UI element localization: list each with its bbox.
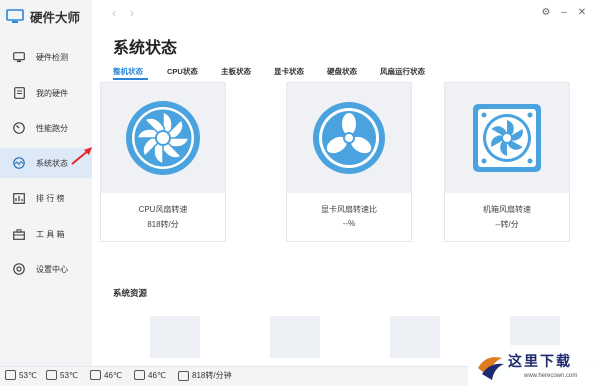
forward-button[interactable]: ›: [130, 6, 134, 20]
settings-button[interactable]: ⚙: [540, 6, 552, 20]
app-title: 硬件大师: [30, 10, 81, 25]
wave-icon: [12, 156, 26, 170]
fan-speed-icon: [178, 370, 189, 381]
title-bar: ‹ › ⚙ – ✕: [92, 0, 600, 28]
status-value: 53℃: [19, 370, 37, 380]
system-resources-title: 系统资源: [113, 288, 148, 298]
app-logo: 硬件大师: [6, 6, 80, 26]
cpu-temp-icon: [5, 370, 16, 380]
watermark: 这里下载 www.herecown.com: [468, 345, 600, 386]
card-image: [287, 83, 411, 193]
resource-tile: [390, 316, 440, 358]
board-temp-icon: [46, 370, 57, 380]
toolbox-icon: [12, 227, 26, 241]
page-title: 系统状态: [113, 40, 178, 57]
sidebar-item-hardware-check[interactable]: 硬件检测: [0, 42, 92, 72]
cpu-fan-icon: [126, 101, 200, 175]
tab-fan[interactable]: 风扇运行状态: [380, 66, 425, 77]
watermark-url: www.herecown.com: [524, 373, 578, 379]
document-icon: [12, 86, 26, 100]
status-value: 46℃: [148, 370, 166, 380]
sidebar-item-ranking[interactable]: 排 行 榜: [0, 183, 92, 213]
card-image: [445, 83, 569, 193]
case-fan-card: 机箱风扇转速 --转/分: [444, 82, 570, 242]
sidebar-item-label: 系统状态: [36, 158, 68, 168]
sidebar-item-my-hardware[interactable]: 我的硬件: [0, 78, 92, 108]
sidebar-item-label: 排 行 榜: [36, 193, 65, 203]
monitor-icon: [12, 50, 26, 64]
minimize-button[interactable]: –: [558, 6, 570, 20]
card-label: 显卡风扇转速比: [321, 205, 377, 214]
status-value: 53℃: [60, 370, 78, 380]
card-value: --%: [342, 219, 356, 228]
gpu-fan-icon: [313, 102, 385, 174]
status-value: 46℃: [104, 370, 122, 380]
sidebar-item-benchmark[interactable]: 性能跑分: [0, 113, 92, 143]
active-tab-indicator: [113, 78, 148, 80]
status-board-temp: 53℃: [46, 370, 78, 380]
logo-icon: [6, 8, 24, 23]
tab-motherboard[interactable]: 主板状态: [221, 66, 251, 77]
card-label: 机箱风扇转速: [483, 205, 531, 214]
gpu-temp-icon: [90, 370, 101, 380]
watermark-text: 这里下载: [508, 353, 572, 369]
card-label: CPU风扇转速: [138, 205, 188, 214]
status-cpu-temp: 53℃: [5, 370, 37, 380]
tab-cpu[interactable]: CPU状态: [167, 66, 198, 77]
cpu-fan-card: CPU风扇转速 818转/分: [100, 82, 226, 242]
tab-gpu[interactable]: 显卡状态: [274, 66, 304, 77]
annotation-arrow-icon: [71, 147, 92, 165]
resource-tile: [150, 316, 200, 358]
sidebar-item-label: 硬件检测: [36, 52, 68, 62]
watermark-logo-icon: [478, 357, 504, 380]
resource-tile: [270, 316, 320, 358]
close-button[interactable]: ✕: [576, 6, 588, 20]
status-value: 818转/分钟: [192, 371, 232, 380]
sidebar-item-label: 我的硬件: [36, 88, 68, 98]
case-fan-icon: [473, 104, 541, 172]
tab-disk[interactable]: 硬盘状态: [327, 66, 357, 77]
ranking-icon: [12, 191, 26, 205]
card-value: --转/分: [495, 220, 519, 229]
card-value: 818转/分: [147, 220, 179, 229]
disk-temp-icon: [134, 370, 145, 380]
sidebar: 硬件大师 硬件检测 我的硬件 性能跑分 系统状态 排 行 榜 工 具 箱 设置中…: [0, 0, 92, 366]
status-disk-temp: 46℃: [134, 370, 166, 380]
tab-overall[interactable]: 整机状态: [113, 66, 143, 77]
settings-icon: [12, 262, 26, 276]
sidebar-item-toolbox[interactable]: 工 具 箱: [0, 219, 92, 249]
back-button[interactable]: ‹: [112, 6, 116, 20]
sidebar-item-label: 设置中心: [36, 264, 68, 274]
sidebar-item-settings[interactable]: 设置中心: [0, 254, 92, 284]
sidebar-item-label: 工 具 箱: [36, 229, 65, 239]
status-gpu-temp: 46℃: [90, 370, 122, 380]
gpu-fan-card: 显卡风扇转速比 --%: [286, 82, 412, 242]
gauge-icon: [12, 121, 26, 135]
card-image: [101, 83, 225, 193]
sidebar-item-label: 性能跑分: [36, 123, 68, 133]
status-fan-speed: 818转/分钟: [178, 370, 232, 381]
